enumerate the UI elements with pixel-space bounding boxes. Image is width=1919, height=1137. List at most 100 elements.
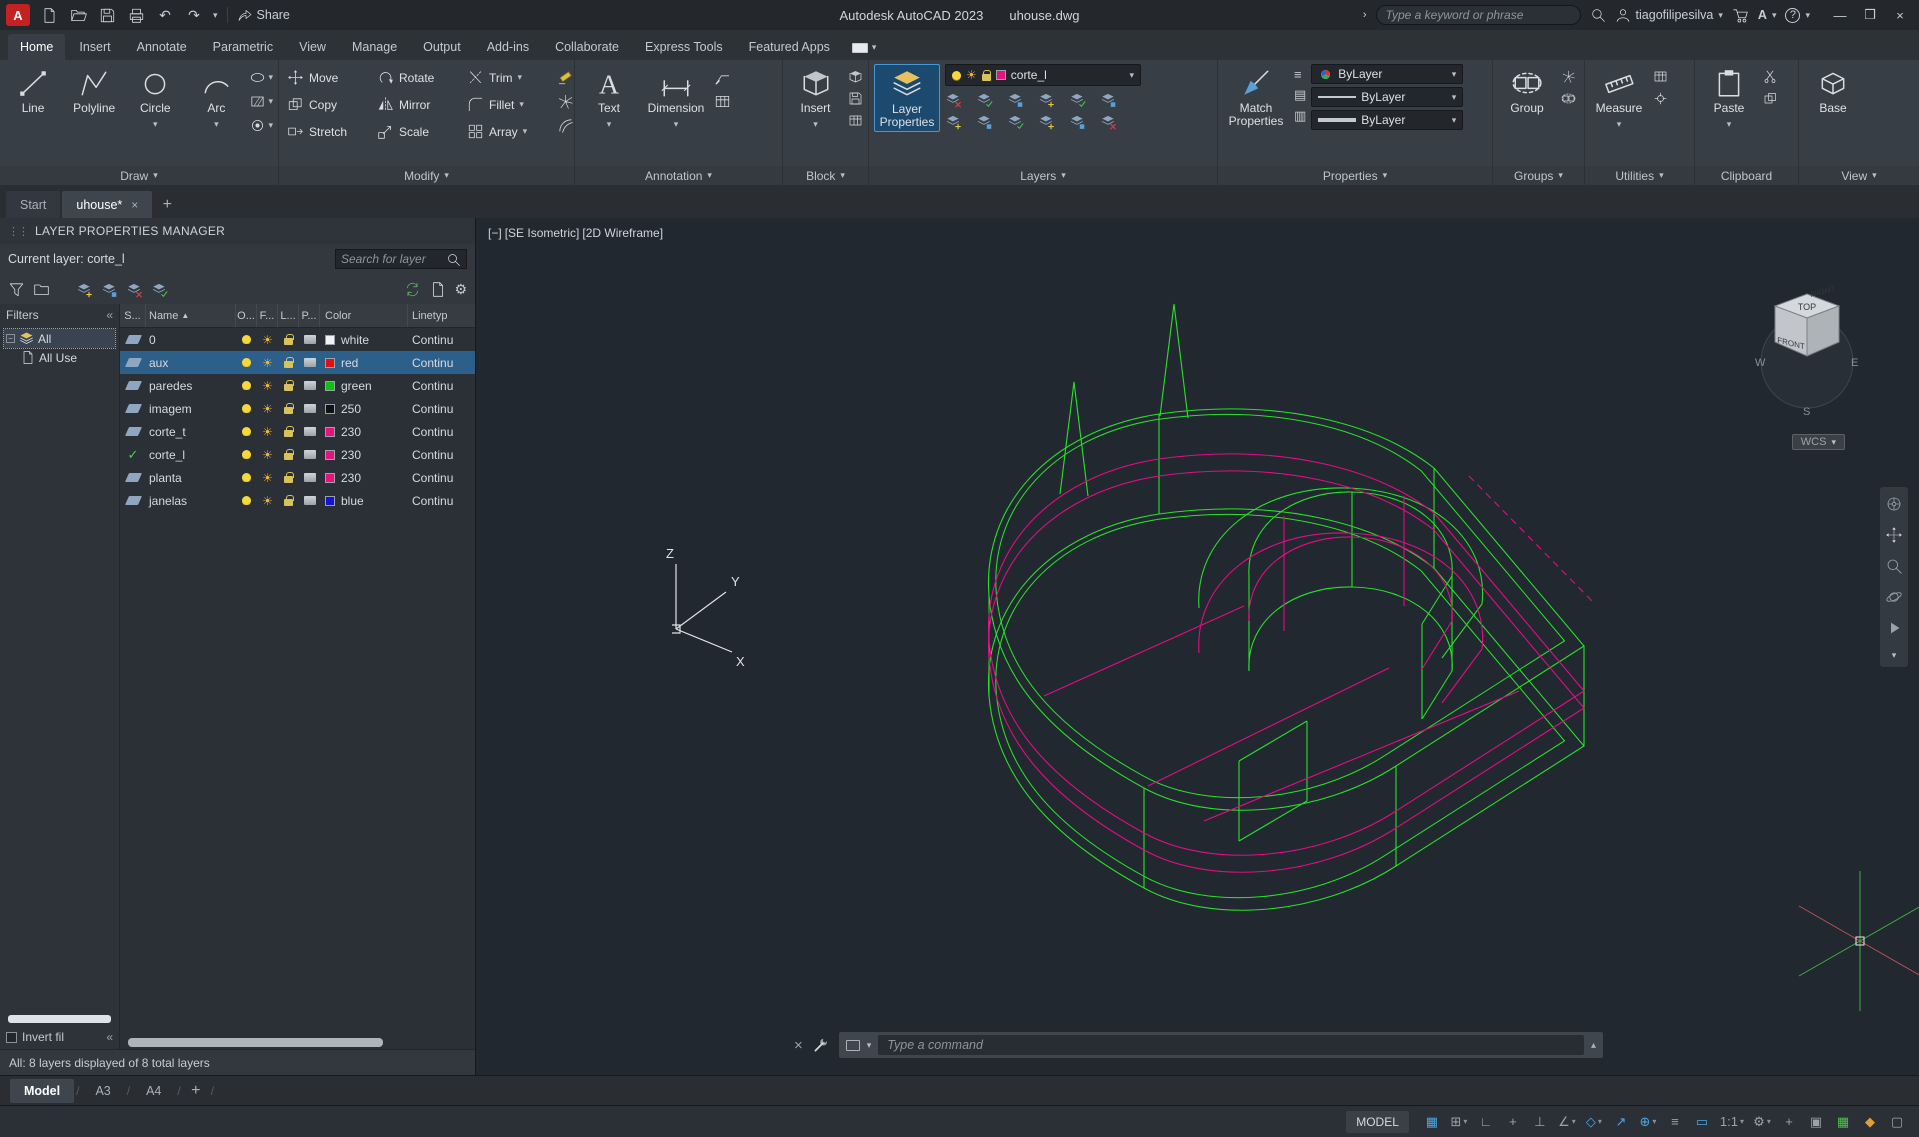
layer-freeze-toggle-icon[interactable]: ☀ [262, 380, 273, 392]
column-linetype[interactable]: Linetyp [408, 304, 475, 327]
paste-button[interactable]: Paste ▾ [1700, 64, 1758, 131]
layer-freeze-toggle-icon[interactable]: ☀ [262, 495, 273, 507]
chevron-right-icon[interactable]: › [1363, 9, 1367, 21]
layer-linetype[interactable]: Continu [408, 402, 475, 416]
layer-delete-icon[interactable] [1100, 113, 1117, 130]
layer-name[interactable]: corte_t [146, 425, 236, 439]
panel-label-utilities[interactable]: Utilities ▾ [1585, 166, 1694, 185]
explode-button[interactable] [557, 93, 574, 110]
command-line[interactable]: ▾ ▴ [837, 1031, 1604, 1059]
column-color[interactable]: Color [320, 304, 408, 327]
layer-name[interactable]: paredes [146, 379, 236, 393]
snap-icon[interactable]: ⊞ ▾ [1447, 1111, 1471, 1133]
compass-east[interactable]: E [1851, 357, 1858, 369]
mirror-button[interactable]: Mirror [374, 91, 462, 118]
layer-color[interactable]: 230 [320, 471, 408, 485]
delete-layer-icon[interactable] [126, 281, 143, 298]
command-caret-icon[interactable]: ▾ [867, 1040, 872, 1051]
layer-row[interactable]: ✓ janelas ☀ blue Continu [120, 489, 475, 512]
layer-name[interactable]: planta [146, 471, 236, 485]
set-current-layer-icon[interactable] [151, 281, 168, 298]
layer-on-toggle-icon[interactable] [242, 381, 251, 390]
lineweight-dropdown[interactable]: ByLayer ▾ [1311, 110, 1464, 130]
layer-linetype[interactable]: Continu [408, 494, 475, 508]
viewport-view-control[interactable]: [SE Isometric] [505, 226, 580, 240]
layer-dropdown[interactable]: ☀ corte_l ▾ [945, 64, 1141, 86]
drawing-canvas[interactable]: [−] [SE Isometric] [2D Wireframe] W S E … [476, 218, 1919, 1075]
open-file-button[interactable] [68, 5, 88, 25]
layer-color[interactable]: white [320, 333, 408, 347]
ribbon-display-toggle[interactable]: ▾ [851, 42, 876, 53]
layer-on-toggle-icon[interactable] [242, 358, 251, 367]
circle-button[interactable]: Circle ▾ [127, 64, 183, 131]
line-button[interactable]: Line [5, 64, 61, 115]
otrack-icon[interactable]: ↗ ▾ [1609, 1111, 1633, 1133]
layer-lock-toggle-icon[interactable] [284, 472, 294, 483]
polyline-button[interactable]: Polyline [66, 64, 122, 115]
write-block-button[interactable] [848, 91, 863, 106]
layer-freeze-toggle-icon[interactable]: ☀ [262, 403, 273, 415]
panel-label-modify[interactable]: Modify ▾ [279, 166, 574, 185]
save-button[interactable] [97, 5, 117, 25]
insert-button[interactable]: Insert ▾ [788, 64, 843, 131]
grid-icon[interactable]: ▦ ▾ [1420, 1111, 1444, 1133]
layer-merge-icon[interactable] [1069, 113, 1086, 130]
ribbon-tab[interactable]: Insert [67, 34, 122, 60]
copy-clip-button[interactable] [1763, 91, 1778, 106]
layer-on-toggle-icon[interactable] [242, 450, 251, 459]
layer-lock-toggle-icon[interactable] [284, 380, 294, 391]
layer-linetype[interactable]: Continu [408, 333, 475, 347]
ribbon-tab[interactable]: Express Tools [633, 34, 735, 60]
layer-plot-toggle-icon[interactable] [303, 404, 316, 413]
pan-icon[interactable] [1885, 526, 1903, 544]
layer-plot-toggle-icon[interactable] [303, 381, 316, 390]
file-tab[interactable]: uhouse* × [62, 191, 153, 218]
layer-search-box[interactable] [335, 249, 467, 269]
file-tab[interactable]: Start × [6, 191, 61, 218]
ribbon-tab[interactable]: Home [8, 34, 66, 60]
panel-label-block[interactable]: Block ▾ [783, 166, 868, 185]
new-tab-button[interactable]: + [154, 192, 180, 218]
arc-button[interactable]: Arc ▾ [188, 64, 244, 131]
user-account-button[interactable]: tiagofilipesilva ▾ [1615, 7, 1723, 23]
steering-wheel-icon[interactable] [1885, 495, 1903, 513]
quick-calc-button[interactable] [1653, 69, 1668, 84]
erase-button[interactable] [557, 69, 574, 86]
compass-west[interactable]: W [1755, 357, 1766, 369]
palette-grip-icon[interactable]: ⋮⋮ [8, 225, 29, 238]
ribbon-tab[interactable]: Featured Apps [737, 34, 842, 60]
layer-row[interactable]: ✓ 0 ☀ white Continu [120, 328, 475, 351]
orbit-icon[interactable] [1885, 588, 1903, 606]
polar-tracking-icon[interactable]: ∠ ▾ [1555, 1111, 1579, 1133]
layer-lock-toggle-icon[interactable] [284, 449, 294, 460]
ungroup-button[interactable] [1561, 69, 1576, 84]
layer-freeze-tool-icon[interactable] [1007, 91, 1024, 108]
layer-off-icon[interactable] [945, 91, 962, 108]
ribbon-tab[interactable]: Annotate [125, 34, 199, 60]
lineweight-icon[interactable]: ≡ ▾ [1663, 1111, 1687, 1133]
ortho-icon[interactable]: ⊥ ▾ [1528, 1111, 1552, 1133]
layer-name[interactable]: imagem [146, 402, 236, 416]
layout-tab[interactable]: Model [10, 1078, 75, 1103]
layer-lock-tool-icon[interactable] [1038, 91, 1055, 108]
panel-label-clipboard[interactable]: Clipboard [1695, 166, 1798, 185]
fillet-button[interactable]: Fillet ▾ [464, 91, 552, 118]
hatch-button[interactable]: ▾ [249, 93, 273, 110]
zoom-icon[interactable] [1885, 557, 1903, 575]
layer-unisolate-icon[interactable] [976, 113, 993, 130]
qat-menu-caret-icon[interactable]: ▾ [213, 10, 218, 21]
properties-table-icon[interactable]: ▤ [1294, 87, 1306, 103]
layer-color[interactable]: green [320, 379, 408, 393]
layer-linetype[interactable]: Continu [408, 425, 475, 439]
compass-south[interactable]: S [1803, 406, 1810, 418]
panel-label-layers[interactable]: Layers ▾ [869, 166, 1217, 185]
layer-on-toggle-icon[interactable] [242, 473, 251, 482]
rotate-button[interactable]: Rotate [374, 64, 462, 91]
panel-label-view[interactable]: View ▾ [1799, 166, 1919, 185]
layer-lock-toggle-icon[interactable] [284, 357, 294, 368]
layer-thaw-icon[interactable] [1007, 113, 1024, 130]
viewport-visual-style-control[interactable]: [2D Wireframe] [582, 226, 663, 240]
app-store-cart-icon[interactable] [1732, 7, 1749, 24]
id-point-button[interactable] [1653, 91, 1668, 106]
filter-all-used[interactable]: All Use [18, 348, 115, 367]
